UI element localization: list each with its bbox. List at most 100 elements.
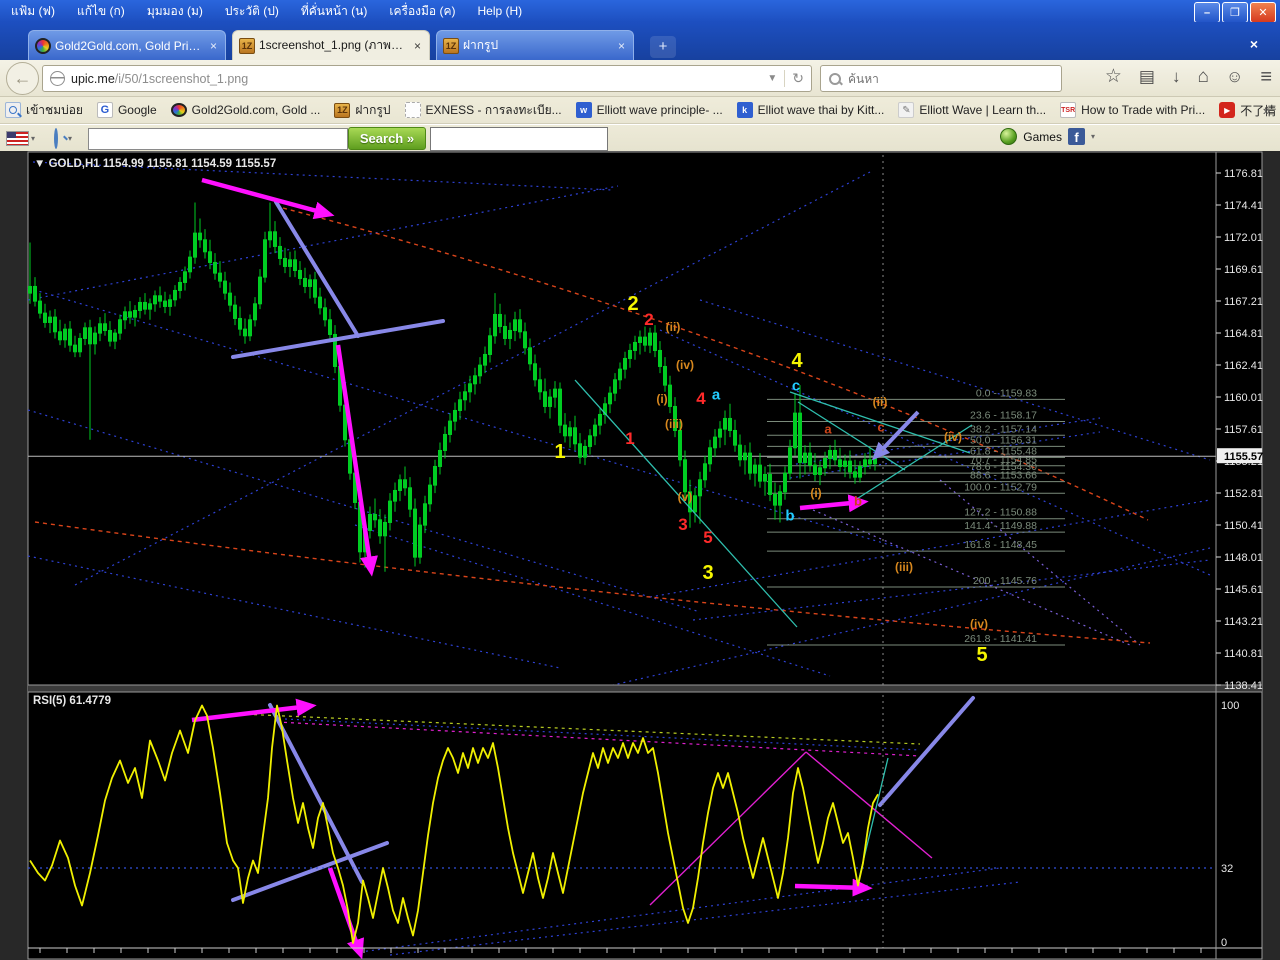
bookmark-elliott-principle[interactable]: w Elliott wave principle- ... [575, 102, 723, 118]
svg-text:(iv): (iv) [676, 358, 694, 372]
addon-search-input[interactable] [88, 128, 348, 150]
svg-text:1138.41: 1138.41 [1224, 680, 1263, 692]
bookmark-google[interactable]: G Google [96, 102, 157, 118]
elliott-thai-icon: k [736, 102, 753, 118]
tab-label: ฝากรูป [463, 38, 499, 52]
facebook-dropdown-icon[interactable]: ▾ [1091, 132, 1095, 141]
restore-button[interactable]: ❐ [1222, 2, 1248, 23]
default-bookmark-icon [404, 102, 421, 118]
home-icon[interactable]: ⌂ [1197, 64, 1208, 90]
bookmark-frequent[interactable]: เข้าชมบ่อย [5, 101, 83, 120]
bookmark-label: EXNESS - การลงทะเบีย... [425, 102, 562, 117]
search-bar[interactable] [820, 65, 1062, 92]
gold2gold-favicon [35, 37, 51, 54]
svg-text:23.6 - 1158.17: 23.6 - 1158.17 [970, 410, 1037, 422]
url-bar[interactable]: upic.me /i/50/1screenshot_1.png ▼ ↻ [42, 65, 812, 92]
bookmark-elliott-thai[interactable]: k Elliot wave thai by Kitt... [736, 102, 885, 118]
addon-secondary-input[interactable] [430, 127, 608, 151]
upic-favicon: 1Z [239, 37, 255, 54]
upic-icon: 1Z [334, 102, 351, 118]
svg-text:261.8 - 1141.41: 261.8 - 1141.41 [964, 633, 1037, 645]
gold-h1-chart-image[interactable]: 0.0 - 1159.8323.6 - 1158.1738.2 - 1157.1… [0, 151, 1280, 960]
menu-tools[interactable]: เครื่องมือ (ค) [378, 0, 466, 22]
downloads-icon[interactable]: ↓ [1172, 64, 1181, 90]
svg-text:(iii): (iii) [665, 417, 683, 431]
bookmark-elliott-learn[interactable]: ✎ Elliott Wave | Learn th... [898, 102, 1046, 118]
frequent-visits-icon [5, 102, 21, 118]
svg-text:1143.21: 1143.21 [1224, 616, 1263, 628]
svg-text:1176.81: 1176.81 [1224, 168, 1263, 180]
svg-text:88.6 - 1153.66: 88.6 - 1153.66 [970, 470, 1037, 482]
menu-help[interactable]: Help (H) [467, 0, 534, 22]
games-icon[interactable] [1000, 128, 1018, 145]
svg-text:(i): (i) [810, 486, 821, 500]
tab-gold2gold[interactable]: Gold2Gold.com, Gold Price, G... × [28, 30, 226, 60]
google-icon: G [96, 102, 113, 118]
svg-text:c: c [792, 377, 800, 394]
minimize-button[interactable]: – [1194, 2, 1220, 23]
svg-text:2: 2 [627, 293, 638, 315]
back-button[interactable]: ← [6, 62, 39, 95]
svg-text:100: 100 [1221, 700, 1239, 712]
search-dropdown-icon[interactable]: ▾ [68, 134, 72, 143]
addon-search-button[interactable]: Search » [348, 127, 426, 150]
search-input[interactable] [846, 70, 1061, 87]
tabbar-close-icon[interactable]: × [1250, 36, 1258, 52]
bookmark-label: 不了情 - Love Without... [1240, 103, 1280, 118]
svg-text:100.0 - 1152.79: 100.0 - 1152.79 [964, 481, 1037, 493]
close-button[interactable]: ✕ [1250, 2, 1276, 23]
tab-close-icon[interactable]: × [208, 39, 219, 53]
tab-screenshot-active[interactable]: 1Z 1screenshot_1.png (ภาพประเ... × [232, 30, 430, 60]
bookmark-youtube[interactable]: ▶ 不了情 - Love Without... [1219, 102, 1280, 119]
menu-history[interactable]: ประวัติ (ป) [214, 0, 290, 22]
tab-close-icon[interactable]: × [412, 39, 423, 53]
flag-dropdown-icon[interactable]: ▾ [31, 134, 35, 143]
svg-text:1140.81: 1140.81 [1224, 648, 1263, 660]
star-icon[interactable]: ☆ [1105, 64, 1122, 90]
svg-text:5: 5 [976, 644, 987, 666]
bookmark-label: Google [117, 103, 157, 117]
bookmark-label: Elliot wave thai by Kitt... [757, 103, 885, 117]
bookmark-label: Elliott Wave | Learn th... [919, 103, 1047, 117]
svg-text:1160.01: 1160.01 [1224, 392, 1263, 404]
bookmarks-overflow-icon[interactable]: » [1263, 103, 1270, 118]
menu-file[interactable]: แฟ้ม (ฟ) [0, 0, 66, 22]
bookmark-upic[interactable]: 1Z ฝากรูป [334, 101, 391, 120]
menu-bookmarks[interactable]: ที่คั่นหน้า (น) [290, 0, 379, 22]
svg-text:32: 32 [1221, 863, 1233, 875]
bookmark-exness[interactable]: EXNESS - การลงทะเบีย... [404, 101, 562, 120]
bookmark-label: Elliott wave principle- ... [596, 103, 723, 117]
hamburger-menu-icon[interactable]: ≡ [1260, 64, 1272, 90]
menu-view[interactable]: มุมมอง (ม) [136, 0, 214, 22]
toolbar-search-icon[interactable] [46, 128, 63, 149]
bookmark-label: เข้าชมบ่อย [26, 102, 83, 117]
svg-text:0.0 - 1159.83: 0.0 - 1159.83 [976, 387, 1037, 399]
navigation-toolbar: ← upic.me /i/50/1screenshot_1.png ▼ ↻ ☆ … [0, 60, 1280, 97]
youtube-icon: ▶ [1219, 102, 1236, 118]
tab-upload[interactable]: 1Z ฝากรูป × [436, 30, 634, 60]
bookmarks-panel-icon[interactable]: ▤ [1139, 64, 1155, 90]
svg-text:5: 5 [703, 528, 712, 547]
elliott-wave-icon: w [575, 102, 592, 118]
svg-text:(iv): (iv) [944, 430, 962, 444]
reload-icon[interactable]: ↻ [785, 70, 811, 87]
search-icon [829, 72, 841, 85]
svg-text:127.2 - 1150.88: 127.2 - 1150.88 [964, 507, 1037, 519]
url-dropdown-icon[interactable]: ▼ [760, 73, 784, 84]
svg-text:4: 4 [791, 350, 803, 372]
chat-icon[interactable]: ☺ [1226, 64, 1243, 90]
language-flag-icon[interactable] [6, 131, 29, 146]
facebook-icon[interactable]: f [1067, 128, 1085, 145]
new-tab-button[interactable]: + [650, 36, 676, 58]
svg-text:1169.61: 1169.61 [1224, 264, 1263, 276]
svg-text:3: 3 [678, 515, 687, 534]
svg-text:a: a [824, 422, 832, 437]
symbol-title: ▼ GOLD,H1 1154.99 1155.81 1154.59 1155.5… [34, 158, 276, 170]
rsi-title: RSI(5) 61.4779 [33, 695, 111, 707]
bookmark-gold2gold[interactable]: Gold2Gold.com, Gold ... [170, 103, 320, 117]
bookmark-tsr[interactable]: TSR How to Trade with Pri... [1060, 102, 1205, 118]
tab-close-icon[interactable]: × [616, 39, 627, 53]
games-label[interactable]: Games [1023, 130, 1062, 144]
menu-edit[interactable]: แก้ไข (ก) [66, 0, 136, 22]
site-globe-icon [50, 71, 65, 86]
